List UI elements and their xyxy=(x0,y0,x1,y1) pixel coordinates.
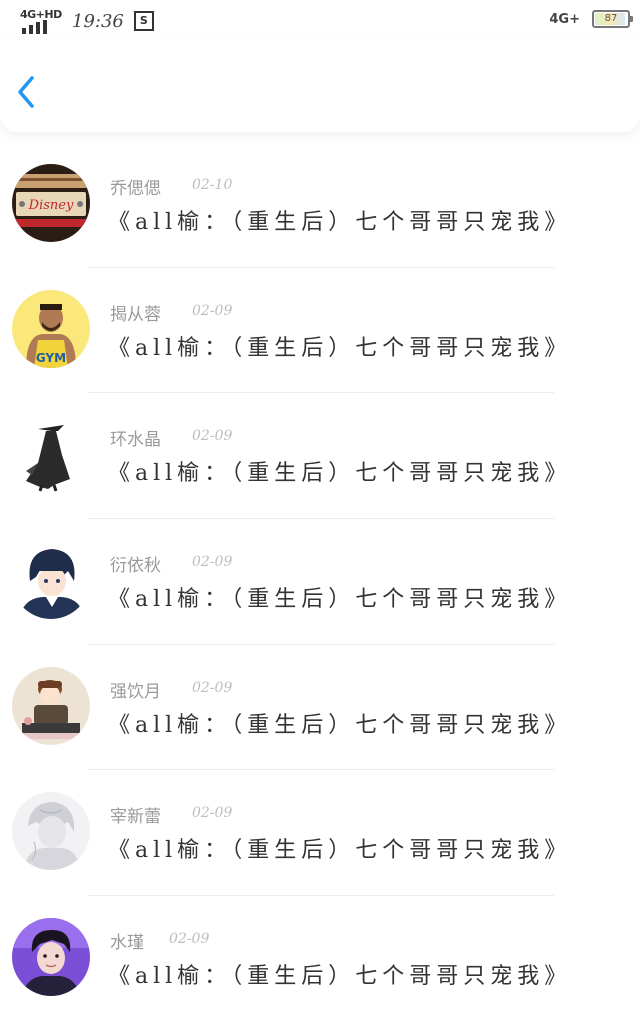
avatar[interactable]: GYM xyxy=(12,289,90,368)
comment-list: Disney 乔偲偲 02-10 《all榆：（重生后）七个哥哥只宠我》 GYM… xyxy=(0,142,640,1022)
battery-level-text: 87 xyxy=(604,13,618,24)
commenter-name[interactable]: 乔偲偲 xyxy=(110,174,161,199)
comment-text: 《all榆：（重生后）七个哥哥只宠我》 xyxy=(108,838,572,864)
avatar[interactable] xyxy=(12,792,90,871)
list-item[interactable]: 宰新蕾 02-09 《all榆：（重生后）七个哥哥只宠我》 xyxy=(0,770,640,897)
commenter-name[interactable]: 强饮月 xyxy=(110,677,161,702)
list-item[interactable]: GYM 揭从蓉 02-09 《all榆：（重生后）七个哥哥只宠我》 xyxy=(0,268,640,394)
comment-text: 《all榆：（重生后）七个哥哥只宠我》 xyxy=(108,210,572,235)
status-time: 19:36 xyxy=(72,10,124,32)
comment-date: 02-09 xyxy=(192,302,233,319)
screenshot-notification-icon: S xyxy=(133,11,154,31)
comment-date: 02-09 xyxy=(192,679,233,696)
list-item[interactable]: 水瑾 02-09 《all榆：（重生后）七个哥哥只宠我》 xyxy=(0,896,640,1022)
comment-text: 《all榆：（重生后）七个哥哥只宠我》 xyxy=(108,461,572,487)
comment-date: 02-09 xyxy=(192,554,233,571)
comment-date: 02-09 xyxy=(169,931,210,948)
signal-icon: 4G+HD xyxy=(20,8,62,34)
avatar[interactable]: Disney xyxy=(12,164,90,242)
comment-text: 《all榆：（重生后）七个哥哥只宠我》 xyxy=(108,587,572,613)
comment-text: 《all榆：（重生后）七个哥哥只宠我》 xyxy=(108,335,572,361)
comment-text: 《all榆：（重生后）七个哥哥只宠我》 xyxy=(108,712,572,738)
list-item[interactable]: 衍依秋 02-09 《all榆：（重生后）七个哥哥只宠我》 xyxy=(0,519,640,645)
svg-text:GYM: GYM xyxy=(36,351,66,365)
list-item[interactable]: 环水晶 02-09 《all榆：（重生后）七个哥哥只宠我》 xyxy=(0,393,640,520)
comment-date: 02-10 xyxy=(192,177,233,193)
status-bar: 4G+HD 19:36 S 4G+ 87 xyxy=(0,0,640,40)
battery-icon: 87 xyxy=(592,10,633,28)
svg-text:Disney: Disney xyxy=(28,198,74,213)
avatar[interactable] xyxy=(12,541,90,620)
list-item[interactable]: 强饮月 02-09 《all榆：（重生后）七个哥哥只宠我》 xyxy=(0,645,640,771)
avatar[interactable] xyxy=(12,415,90,494)
comment-date: 02-09 xyxy=(192,428,233,445)
commenter-name[interactable]: 衍依秋 xyxy=(110,551,161,576)
avatar[interactable] xyxy=(12,666,90,745)
commenter-name[interactable]: 揭从蓉 xyxy=(110,300,161,325)
comment-date: 02-09 xyxy=(192,805,233,822)
commenter-name[interactable]: 水瑾 xyxy=(110,928,144,953)
avatar[interactable] xyxy=(12,918,90,997)
list-item[interactable]: Disney 乔偲偲 02-10 《all榆：（重生后）七个哥哥只宠我》 xyxy=(0,142,640,268)
commenter-name[interactable]: 宰新蕾 xyxy=(110,802,161,827)
back-button[interactable] xyxy=(10,72,44,112)
comment-text: 《all榆：（重生后）七个哥哥只宠我》 xyxy=(108,964,572,990)
commenter-name[interactable]: 环水晶 xyxy=(110,425,161,450)
top-nav-bar xyxy=(0,40,640,132)
network-type-right: 4G+ xyxy=(549,11,580,27)
chevron-left-icon xyxy=(18,76,34,108)
